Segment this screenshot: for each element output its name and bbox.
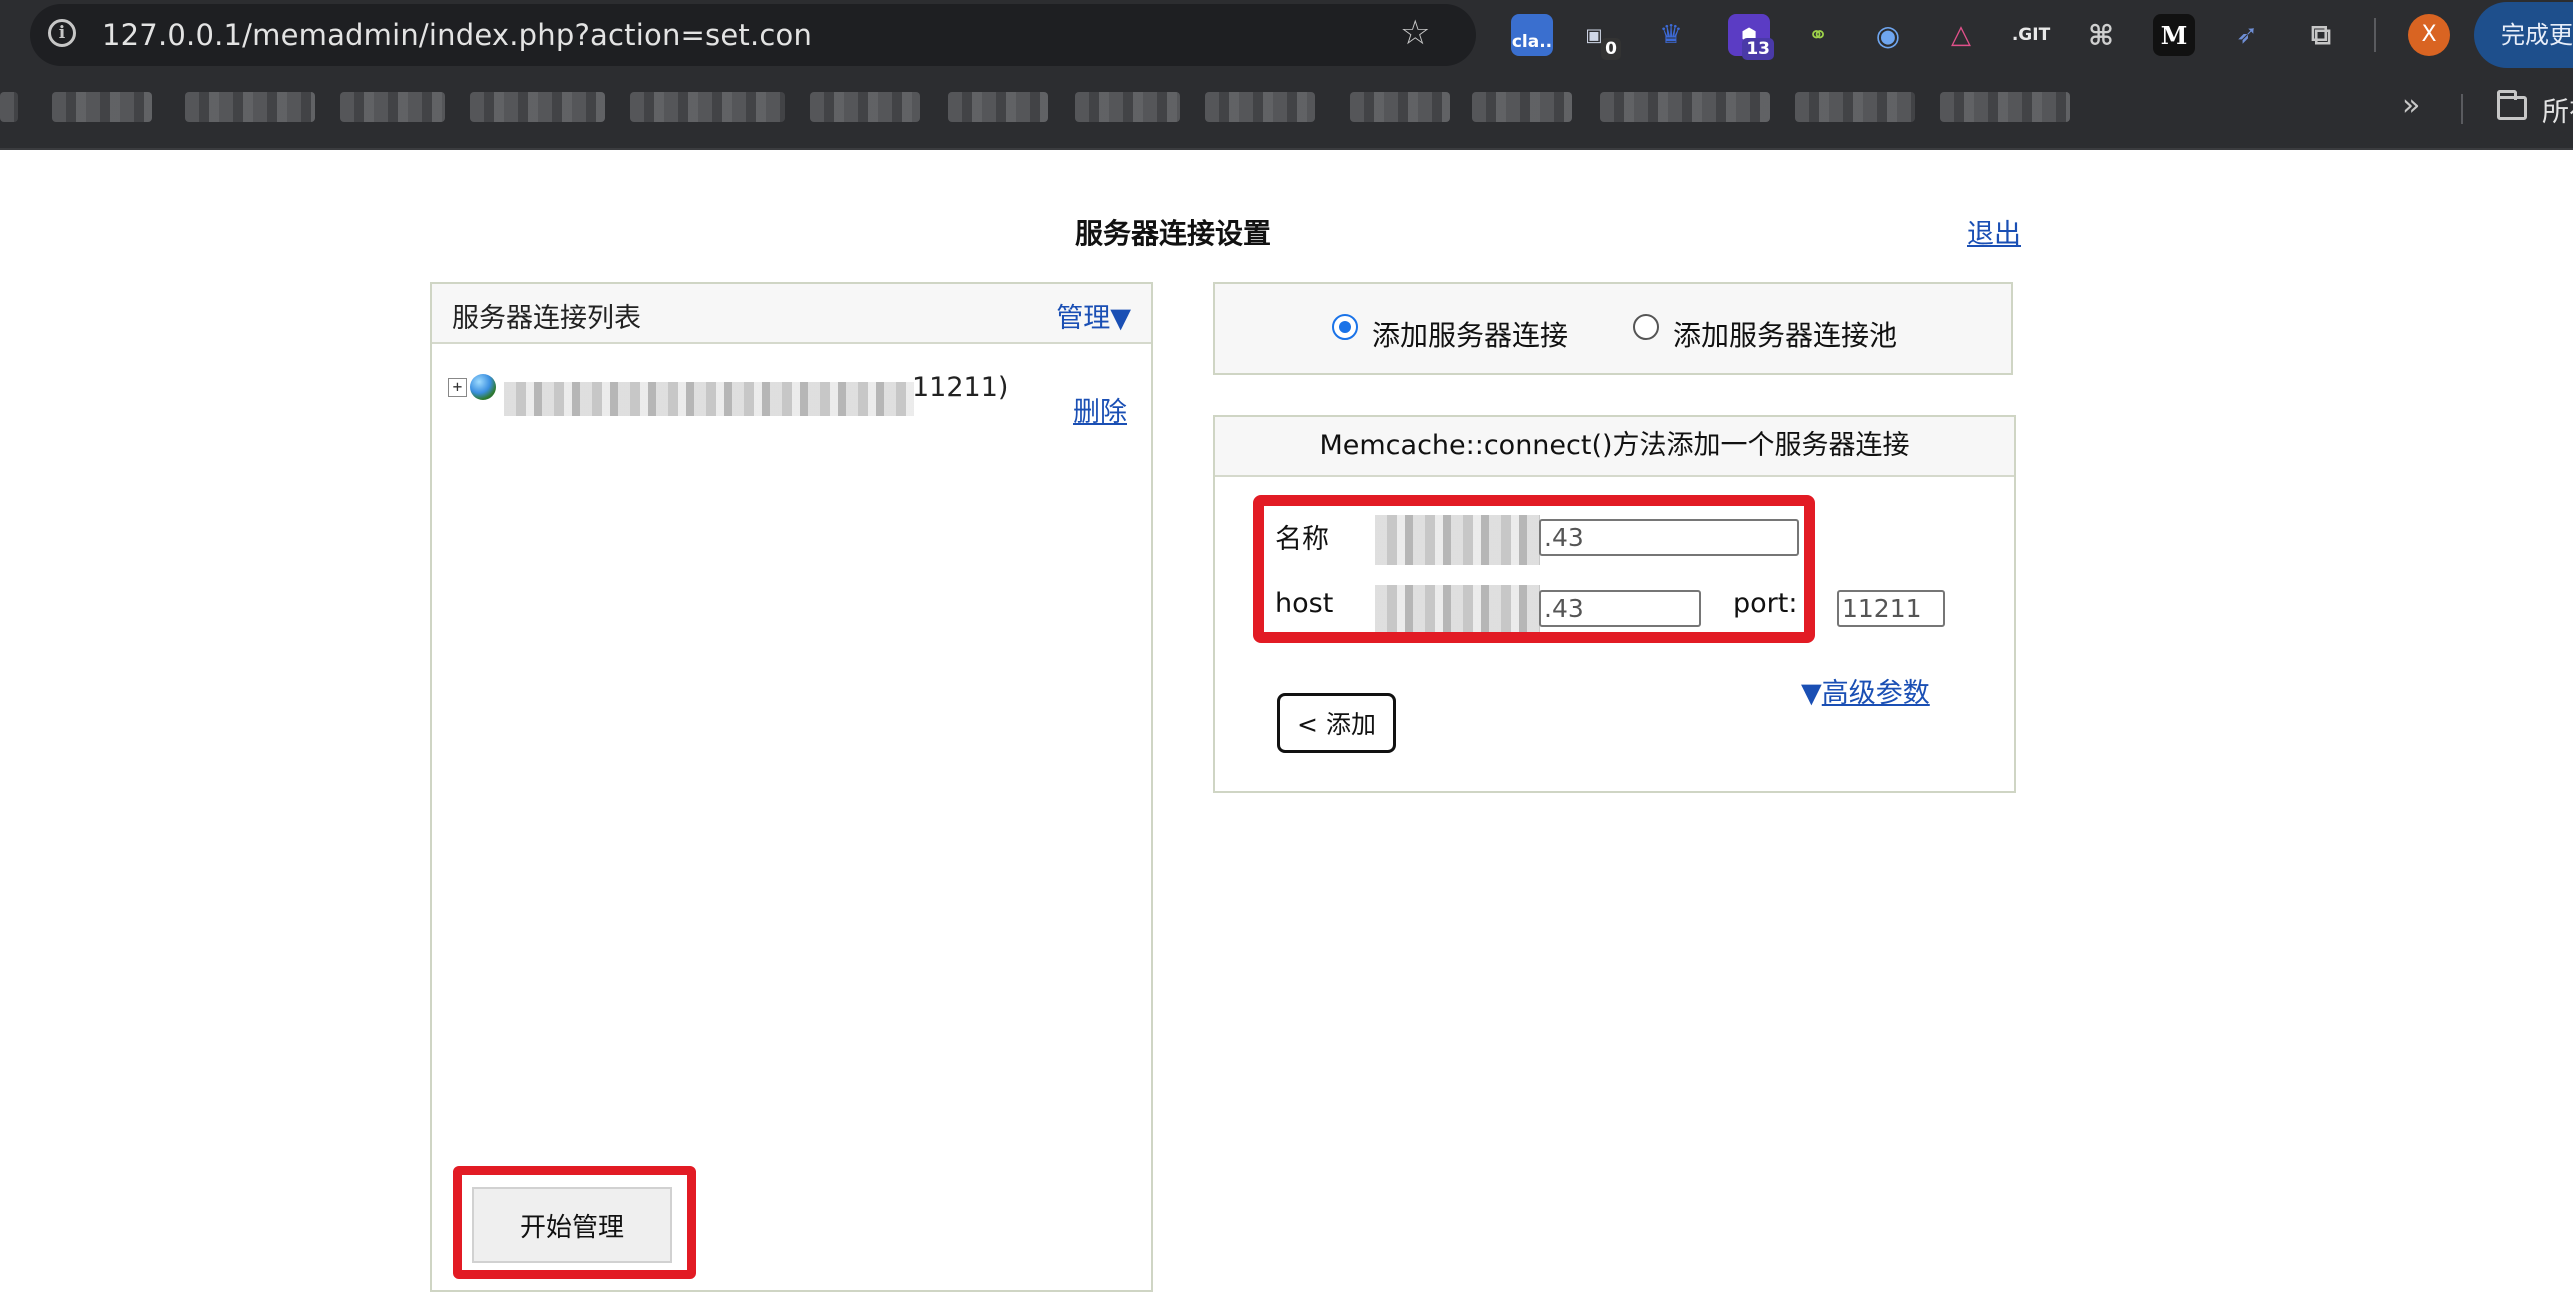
bookmark-item[interactable] (0, 92, 18, 122)
bookmark-item[interactable] (470, 92, 605, 122)
manage-dropdown[interactable]: 管理▼ (1056, 296, 1131, 335)
bookmark-item[interactable] (1940, 92, 2070, 122)
url-text[interactable]: 127.0.0.1/memadmin/index.php?action=set.… (102, 18, 812, 52)
link-extension-icon[interactable]: ⚭ (1797, 14, 1839, 56)
folder-icon[interactable] (2497, 90, 2527, 120)
bookmark-item[interactable] (948, 92, 1048, 122)
rocket-extension-icon[interactable]: ➶ (2226, 14, 2268, 56)
puzzle-extensions-icon[interactable]: ⧉ (2300, 14, 2342, 56)
profile-avatar[interactable]: X (2408, 14, 2450, 56)
bookmark-item[interactable] (1205, 92, 1315, 122)
more-bookmarks-icon[interactable]: » (2402, 88, 2420, 124)
bookmarks-bar: » 所有 (0, 70, 2573, 150)
radio-add-connection-label[interactable]: 添加服务器连接 (1372, 314, 1568, 354)
expand-icon[interactable]: + (448, 378, 467, 397)
add-connection-form: Memcache::connect()方法添加一个服务器连接 名称 host p… (1213, 415, 2016, 793)
counter-extension-icon[interactable]: ▣ 0 (1573, 14, 1621, 60)
bookmark-item[interactable] (1795, 92, 1915, 122)
cloud-extension-icon[interactable]: cla.. (1511, 14, 1553, 56)
server-list-panel: 服务器连接列表 管理▼ + 11211) 删除 开始管理 (430, 282, 1153, 1292)
all-bookmarks-label[interactable]: 所有 (2542, 90, 2573, 129)
server-port-text: 11211) (912, 372, 1009, 403)
bookmark-item[interactable] (630, 92, 785, 122)
bookmarks-divider (2461, 94, 2463, 124)
bookmark-item[interactable] (340, 92, 445, 122)
advanced-params-toggle[interactable]: ▼高级参数 (1801, 671, 1930, 710)
shield-extension-icon[interactable]: ⬢ 13 (1728, 14, 1774, 60)
radio-add-connection-pool[interactable] (1633, 314, 1659, 340)
form-header: Memcache::connect()方法添加一个服务器连接 (1215, 417, 2014, 477)
add-button[interactable]: < 添加 (1277, 693, 1396, 753)
server-tree-item[interactable]: + 11211) (448, 372, 1128, 416)
logout-link[interactable]: 退出 (1967, 212, 2021, 251)
settings-extension-icon[interactable]: ⌘ (2080, 14, 2122, 56)
highlight-box (1253, 495, 1815, 643)
bookmark-item[interactable] (1600, 92, 1770, 122)
radio-add-connection-pool-label[interactable]: 添加服务器连接池 (1673, 314, 1897, 354)
finish-update-button[interactable]: 完成更 (2474, 2, 2573, 68)
delete-link[interactable]: 删除 (1073, 390, 1127, 429)
server-list-title: 服务器连接列表 (452, 303, 641, 334)
globe-icon (470, 374, 496, 400)
bookmark-item[interactable] (52, 92, 152, 122)
bookmark-item[interactable] (185, 92, 315, 122)
server-list-header: 服务器连接列表 管理▼ (432, 284, 1151, 344)
dropdown-arrow-icon: ▼ (1110, 303, 1131, 334)
bookmark-star-icon[interactable]: ☆ (1400, 16, 1430, 50)
triangle-down-icon: ▼ (1801, 678, 1822, 709)
git-extension-icon[interactable]: .GIT (2010, 14, 2052, 56)
bookmark-item[interactable] (1472, 92, 1572, 122)
toolbar-divider (2374, 18, 2376, 52)
server-name-redacted (504, 382, 914, 416)
bookmark-item[interactable] (1075, 92, 1180, 122)
mask-extension-icon[interactable]: ◉ (1867, 14, 1909, 56)
translate-extension-icon[interactable]: ♛ (1650, 14, 1692, 56)
connection-mode-box: 添加服务器连接 添加服务器连接池 (1213, 282, 2013, 375)
browser-toolbar: i 127.0.0.1/memadmin/index.php?action=se… (0, 0, 2573, 70)
page-title: 服务器连接设置 (1075, 217, 1272, 250)
bookmark-item[interactable] (1350, 92, 1450, 122)
port-field[interactable] (1837, 590, 1945, 627)
graph-extension-icon[interactable]: △ (1940, 14, 1982, 56)
site-info-icon[interactable]: i (48, 19, 76, 47)
medium-extension-icon[interactable]: M (2153, 14, 2195, 56)
bookmark-item[interactable] (810, 92, 920, 122)
radio-add-connection[interactable] (1332, 314, 1358, 340)
advanced-params-label: 高级参数 (1821, 678, 1930, 709)
manage-label: 管理 (1056, 303, 1111, 334)
start-manage-button[interactable]: 开始管理 (472, 1187, 672, 1263)
address-bar[interactable]: i 127.0.0.1/memadmin/index.php?action=se… (30, 4, 1476, 66)
